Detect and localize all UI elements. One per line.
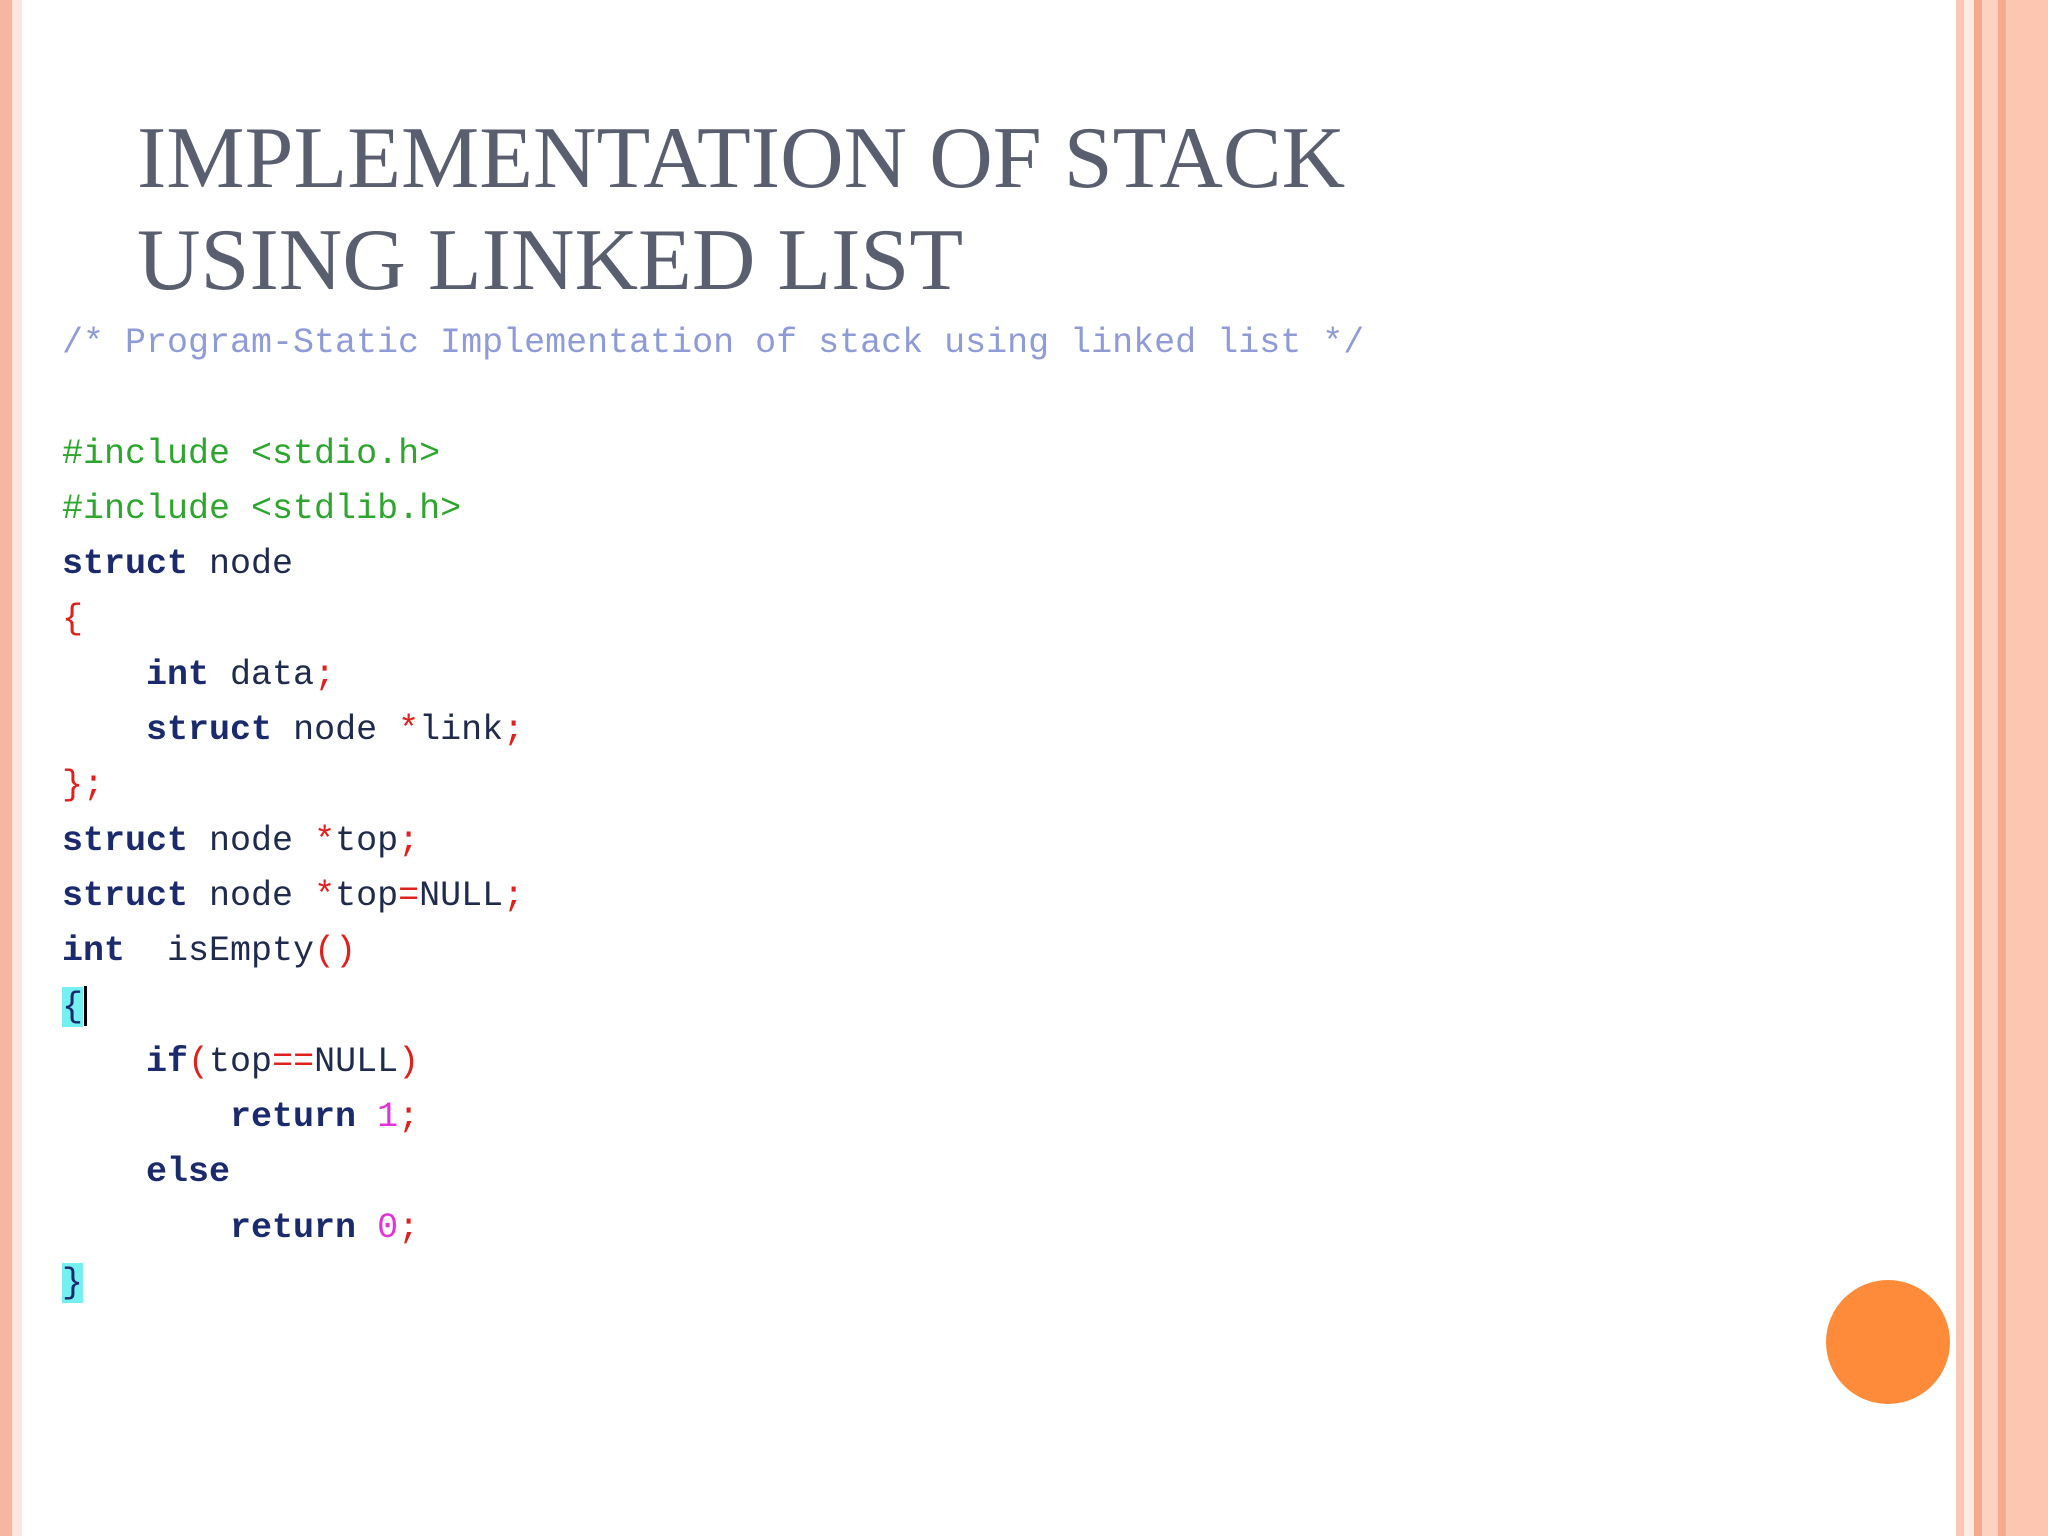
right-border-stripe [1982,0,1998,1536]
decorative-orange-circle [1826,1280,1950,1404]
struct-name: node [209,544,294,585]
code-line-field-data: int data; [62,648,1364,703]
keyword-if: if [146,1041,189,1082]
right-border-stripe [2006,0,2048,1536]
include-header: <stdio.h> [251,433,441,474]
type-name: node [293,710,378,751]
semicolon: ; [398,1207,420,1248]
code-block: /* Program-Static Implementation of stac… [62,316,1364,1311]
variable-name: top [209,1041,273,1082]
assign-operator: = [398,875,420,916]
pointer-star: * [314,875,336,916]
type-name: node [209,875,294,916]
field-name: link [419,710,504,751]
left-border-stripe [0,0,12,1536]
field-name: data [230,654,315,695]
code-line-return-0: return 0; [62,1201,1364,1256]
keyword-struct: struct [62,544,189,585]
function-name: isEmpty [167,931,315,972]
keyword-int: int [62,931,126,972]
highlighted-close-brace: } [62,1263,84,1304]
paren-close: ) [398,1041,420,1082]
code-line-else: else [62,1145,1364,1200]
code-line-include-stdlib: #include <stdlib.h> [62,482,1364,537]
code-line-fn-signature: int isEmpty() [62,924,1364,979]
close-struct: }; [62,765,105,806]
right-border-stripe [1964,0,1974,1536]
right-border-stripe [1974,0,1982,1536]
highlighted-open-brace: { [62,986,84,1027]
type-name: node [209,820,294,861]
preprocessor-directive: #include [62,433,231,474]
right-border-stripe [1998,0,2006,1536]
slide-title-line-2: USING LINKED LIST [137,212,964,309]
preprocessor-directive: #include [62,488,231,529]
code-line-if: if(top==NULL) [62,1035,1364,1090]
keyword-struct: struct [146,710,273,751]
equality-operator: == [272,1041,315,1082]
slide-title-line-1: IMPLEMENTATION OF STACK [137,110,1346,207]
code-line-fn-close: } [62,1256,1364,1311]
semicolon: ; [314,654,336,695]
code-line-decl-top-null: struct node *top=NULL; [62,869,1364,924]
null-literal: NULL [314,1041,399,1082]
variable-name: top [335,875,399,916]
function-parens: () [314,931,357,972]
pointer-star: * [314,820,336,861]
code-line-struct-decl: struct node [62,537,1364,592]
code-line-fn-open: { [62,980,1364,1035]
right-border-stripe [1956,0,1964,1536]
pointer-star: * [398,710,420,751]
code-line-return-1: return 1; [62,1090,1364,1145]
keyword-return: return [230,1097,357,1138]
left-border-inner-stripe [12,0,22,1536]
number-literal: 0 [377,1207,399,1248]
include-header: <stdlib.h> [251,488,462,529]
semicolon: ; [503,875,525,916]
code-line-open-brace: { [62,592,1364,647]
code-line-decl-top: struct node *top; [62,814,1364,869]
variable-name: top [335,820,399,861]
slide: IMPLEMENTATION OF STACK USING LINKED LIS… [0,0,2048,1536]
code-line-close-struct: }; [62,758,1364,813]
code-line-field-link: struct node *link; [62,703,1364,758]
semicolon: ; [398,820,420,861]
slide-title: IMPLEMENTATION OF STACK USING LINKED LIS… [137,108,1637,312]
keyword-return: return [230,1207,357,1248]
keyword-struct: struct [62,820,189,861]
code-line-include-stdio: #include <stdio.h> [62,427,1364,482]
keyword-int: int [146,654,210,695]
text-cursor [84,986,88,1027]
open-brace: { [62,599,84,640]
number-literal: 1 [377,1097,399,1138]
paren-open: ( [188,1041,210,1082]
semicolon: ; [503,710,525,751]
code-comment: /* Program-Static Implementation of stac… [62,323,1365,363]
keyword-else: else [146,1152,231,1193]
code-line-comment: /* Program-Static Implementation of stac… [62,316,1364,371]
keyword-struct: struct [62,875,189,916]
null-literal: NULL [419,875,504,916]
semicolon: ; [398,1097,420,1138]
